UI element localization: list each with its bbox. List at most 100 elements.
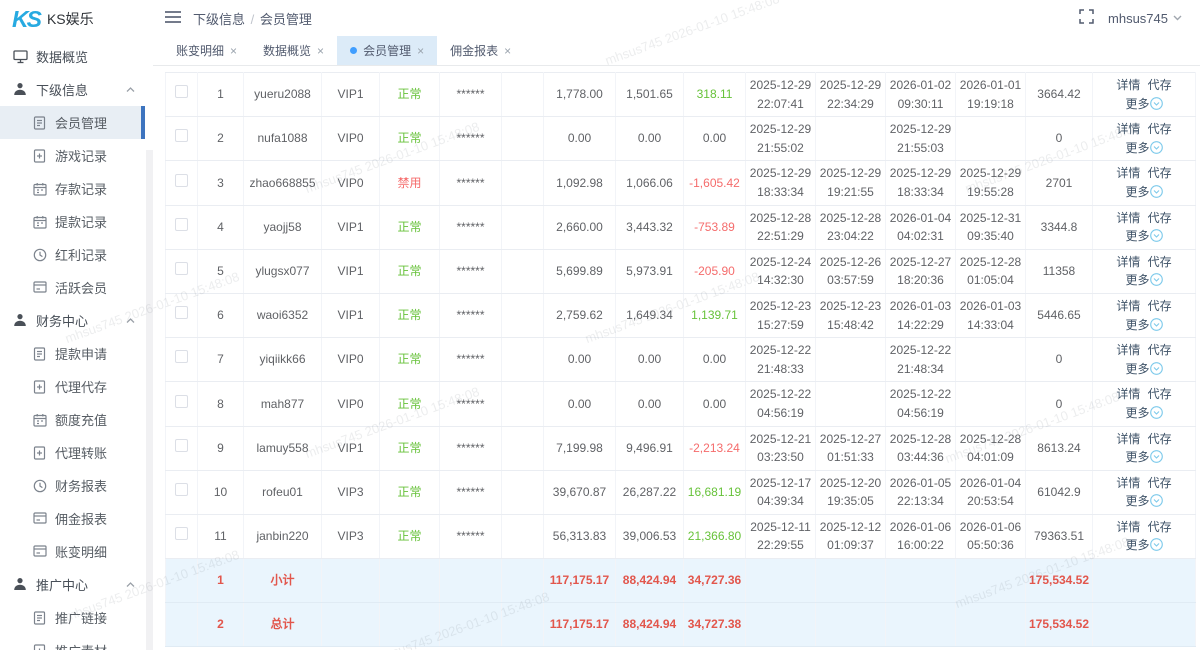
user-menu[interactable]: mhsus745: [1108, 11, 1182, 26]
tab-close-icon[interactable]: ×: [504, 45, 511, 57]
more-link[interactable]: 更多: [1125, 494, 1162, 508]
sidebar-item-财务中心[interactable]: 财务中心: [0, 304, 145, 337]
table-row: 4 yaojj58 VIP1 正常 ****** 2,660.00 3,443.…: [166, 205, 1196, 249]
sidebar-item-账变明细[interactable]: 账变明细: [0, 535, 145, 568]
detail-link[interactable]: 详情: [1116, 387, 1140, 401]
cell-index: 7: [198, 338, 244, 382]
deposit-link[interactable]: 代存: [1148, 166, 1172, 180]
more-link[interactable]: 更多: [1125, 318, 1162, 332]
more-link[interactable]: 更多: [1125, 97, 1162, 111]
row-checkbox[interactable]: [175, 174, 188, 187]
menu-collapse-icon[interactable]: [165, 10, 181, 27]
row-checkbox[interactable]: [175, 483, 188, 496]
detail-link[interactable]: 详情: [1116, 211, 1140, 225]
cell-blank: [502, 514, 544, 558]
cell-total-bet: 0.00: [616, 338, 684, 382]
sidebar-item-额度充值[interactable]: 额度充值: [0, 403, 145, 436]
more-link[interactable]: 更多: [1125, 273, 1162, 287]
detail-link[interactable]: 详情: [1116, 520, 1140, 534]
deposit-link[interactable]: 代存: [1148, 432, 1172, 446]
detail-link[interactable]: 详情: [1116, 122, 1140, 136]
more-link[interactable]: 更多: [1125, 362, 1162, 376]
tab-close-icon[interactable]: ×: [230, 45, 237, 57]
detail-link[interactable]: 详情: [1116, 78, 1140, 92]
row-checkbox[interactable]: [175, 262, 188, 275]
cell-date-3: 2025-12-22 21:48:34: [886, 338, 956, 382]
cell-index: 2: [198, 117, 244, 161]
sidebar-item-label: 财务报表: [55, 476, 107, 495]
sidebar-item-活跃会员[interactable]: 活跃会员: [0, 271, 145, 304]
cell-actions: 详情 代存 更多: [1093, 293, 1196, 337]
sidebar-item-label: 游戏记录: [55, 146, 107, 165]
row-checkbox[interactable]: [175, 395, 188, 408]
detail-link[interactable]: 详情: [1116, 432, 1140, 446]
row-checkbox[interactable]: [175, 129, 188, 142]
cell-index: 11: [198, 514, 244, 558]
row-checkbox[interactable]: [175, 85, 188, 98]
tab-close-icon[interactable]: ×: [317, 45, 324, 57]
cell-password: ******: [440, 470, 502, 514]
tab-close-icon[interactable]: ×: [417, 45, 424, 57]
more-link[interactable]: 更多: [1125, 229, 1162, 243]
sidebar-item-提款记录[interactable]: 提款记录: [0, 205, 145, 238]
more-link[interactable]: 更多: [1125, 141, 1162, 155]
cell-blank: [502, 426, 544, 470]
deposit-link[interactable]: 代存: [1148, 211, 1172, 225]
detail-link[interactable]: 详情: [1116, 166, 1140, 180]
sidebar-item-提款申请[interactable]: 提款申请: [0, 337, 145, 370]
tab-佣金报表[interactable]: 佣金报表×: [437, 36, 524, 65]
row-checkbox[interactable]: [175, 218, 188, 231]
tab-会员管理[interactable]: 会员管理×: [337, 36, 437, 65]
sidebar-item-推广素材[interactable]: 推广素材: [0, 634, 145, 650]
more-link[interactable]: 更多: [1125, 185, 1162, 199]
detail-link[interactable]: 详情: [1116, 476, 1140, 490]
more-chevron-circle-icon: [1150, 97, 1163, 110]
sidebar-item-数据概览[interactable]: 数据概览: [0, 40, 145, 73]
breadcrumb-parent[interactable]: 下级信息: [193, 12, 245, 27]
cell-vip-level: VIP0: [322, 338, 380, 382]
sidebar-item-佣金报表[interactable]: 佣金报表: [0, 502, 145, 535]
tab-数据概览[interactable]: 数据概览 ×: [250, 36, 337, 65]
detail-link[interactable]: 详情: [1116, 255, 1140, 269]
deposit-link[interactable]: 代存: [1148, 520, 1172, 534]
sidebar-item-label: 代理代存: [55, 377, 107, 396]
tab-账变明细[interactable]: 账变明细×: [163, 36, 250, 65]
row-checkbox[interactable]: [175, 350, 188, 363]
more-link[interactable]: 更多: [1125, 538, 1162, 552]
row-checkbox[interactable]: [175, 306, 188, 319]
sidebar-item-下级信息[interactable]: 下级信息: [0, 73, 145, 106]
sidebar-item-会员管理[interactable]: 会员管理: [0, 106, 145, 139]
cell-vip-level: VIP0: [322, 161, 380, 205]
deposit-link[interactable]: 代存: [1148, 255, 1172, 269]
sidebar-item-代理代存[interactable]: 代理代存: [0, 370, 145, 403]
sidebar-item-财务报表[interactable]: 财务报表: [0, 469, 145, 502]
card-icon: [33, 512, 47, 526]
deposit-link[interactable]: 代存: [1148, 299, 1172, 313]
deposit-link[interactable]: 代存: [1148, 78, 1172, 92]
deposit-link[interactable]: 代存: [1148, 343, 1172, 357]
more-link[interactable]: 更多: [1125, 450, 1162, 464]
cell-amount: 0: [1026, 338, 1093, 382]
detail-link[interactable]: 详情: [1116, 299, 1140, 313]
sidebar-item-游戏记录[interactable]: 游戏记录: [0, 139, 145, 172]
fullscreen-icon[interactable]: [1079, 9, 1094, 27]
more-link[interactable]: 更多: [1125, 406, 1162, 420]
sidebar-scrollbar[interactable]: [146, 150, 153, 650]
detail-link[interactable]: 详情: [1116, 343, 1140, 357]
sidebar-item-推广中心[interactable]: 推广中心: [0, 568, 145, 601]
tab-label: 数据概览: [263, 42, 311, 59]
sidebar-item-存款记录[interactable]: 存款记录: [0, 172, 145, 205]
chevron-up-icon: [126, 85, 135, 95]
deposit-link[interactable]: 代存: [1148, 122, 1172, 136]
cell-status: 正常: [380, 470, 440, 514]
sidebar-item-红利记录[interactable]: 红利记录: [0, 238, 145, 271]
deposit-link[interactable]: 代存: [1148, 387, 1172, 401]
row-checkbox[interactable]: [175, 527, 188, 540]
cell-balance: 0.00: [544, 382, 616, 426]
deposit-link[interactable]: 代存: [1148, 476, 1172, 490]
sidebar-item-代理转账[interactable]: 代理转账: [0, 436, 145, 469]
sidebar-item-推广链接[interactable]: 推广链接: [0, 601, 145, 634]
row-checkbox[interactable]: [175, 439, 188, 452]
cell-password: ******: [440, 382, 502, 426]
cell-date-1: 2025-12-29 21:55:02: [746, 117, 816, 161]
